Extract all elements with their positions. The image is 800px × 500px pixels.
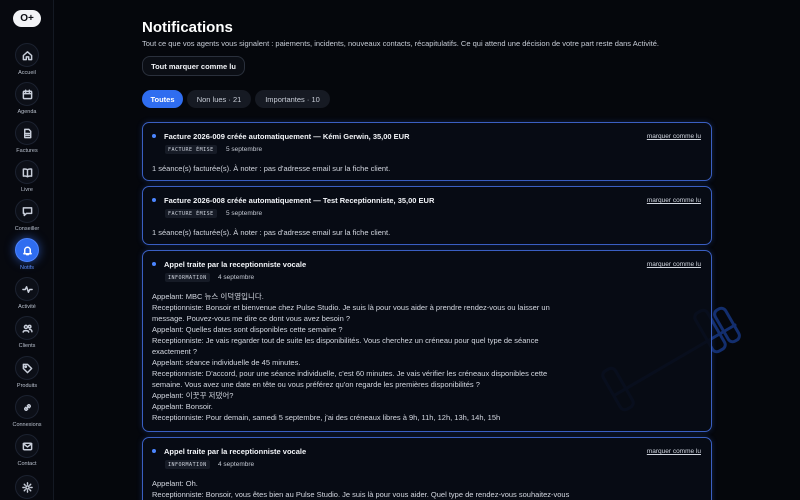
sidebar-item-label: Connexions [12,422,42,428]
mail-icon [15,434,39,458]
sidebar-item-activite[interactable]: Activité [0,277,54,317]
bell-icon [15,238,39,262]
sidebar-item-conseiller[interactable]: Conseiller [0,199,54,239]
sidebar-item-label: Produits [16,383,38,389]
users-icon [15,316,39,340]
notification-badge: FACTURE ÉMISE [165,209,217,218]
notification-body: Appelant: Oh. Receptionniste: Bonsoir, v… [152,478,572,500]
sidebar-item-connexions[interactable]: Connexions [0,395,54,435]
body-line: Appelant: séance individuelle de 45 minu… [152,358,301,367]
notification-badge: FACTURE ÉMISE [165,145,217,154]
notification-date: 5 septembre [226,146,263,153]
notification-date: 4 septembre [218,274,255,281]
sidebar-item-label: Clients [18,343,36,349]
mark-as-read-link[interactable]: marquer comme lu [647,261,701,268]
body-line: Appelant: Bonsoir. [152,402,213,411]
body-line: Receptionniste: Je vais regarder tout de… [152,336,539,345]
body-line: Appelant: MBC 뉴스 이덕영입니다. [152,292,264,301]
body-line: Receptionniste: D'accord, pour une séanc… [152,369,548,378]
filter-all[interactable]: Toutes [142,90,183,108]
link-icon [15,395,39,419]
unread-dot [152,134,156,138]
sidebar-item-agenda[interactable]: Agenda [0,82,54,122]
unread-dot [152,198,156,202]
sidebar-item-livre[interactable]: Livre [0,160,54,200]
pulse-icon [15,277,39,301]
chat-icon [15,199,39,223]
body-line: Appelant: Oh. [152,479,198,488]
sidebar-item-label: Contact [17,461,37,467]
sidebar-item-notifs[interactable]: Notifs [0,238,54,278]
mark-all-read-button[interactable]: Tout marquer comme lu [142,56,245,76]
sidebar-item-clients[interactable]: Clients [0,316,54,356]
sidebar: O+ Accueil Agenda Factures Livre Conseil… [0,0,54,500]
notification-card[interactable]: Facture 2026-008 créée automatiquement —… [142,186,712,245]
body-line: 1 séance(s) facturée(s). À noter : pas d… [152,228,391,237]
notification-card[interactable]: Appel traite par la receptionniste vocal… [142,250,712,432]
notification-body: Appelant: MBC 뉴스 이덕영입니다. Receptionniste:… [152,291,572,423]
app-logo[interactable]: O+ [13,10,41,27]
sidebar-item-contact[interactable]: Contact [0,434,54,474]
sidebar-item-label: Accueil [18,70,36,76]
sidebar-item-label: Livre [21,187,33,193]
unread-dot [152,449,156,453]
body-line: exactement ? [152,347,198,356]
page-title: Notifications [142,19,233,36]
notification-badge: INFORMATION [165,273,210,282]
sidebar-item-label: Agenda [17,109,37,115]
sidebar-item-label: Activité [18,304,36,310]
body-line: 1 séance(s) facturée(s). À noter : pas d… [152,164,391,173]
notification-body: 1 séance(s) facturée(s). À noter : pas d… [152,163,572,174]
notification-title: Appel traite par la receptionniste vocal… [164,260,307,269]
sidebar-item-accueil[interactable]: Accueil [0,43,54,83]
sidebar-item-settings[interactable] [0,475,54,500]
body-line: semaine. Vous avez une date en tête ou v… [152,380,480,389]
notification-title: Appel traite par la receptionniste vocal… [164,447,307,456]
sidebar-item-label: Conseiller [14,226,40,232]
notification-body: 1 séance(s) facturée(s). À noter : pas d… [152,227,572,238]
body-line: Appelant: Quelles dates sont disponibles… [152,325,343,334]
filter-important[interactable]: Importantes · 10 [255,90,330,108]
sidebar-item-factures[interactable]: Factures [0,121,54,161]
document-icon [15,121,39,145]
sidebar-item-produits[interactable]: Produits [0,356,54,396]
notification-card[interactable]: Facture 2026-009 créée automatiquement —… [142,122,712,181]
notification-title: Facture 2026-009 créée automatiquement —… [164,132,410,141]
notification-card[interactable]: Appel traite par la receptionniste vocal… [142,437,712,500]
book-icon [15,160,39,184]
body-line: Receptionniste: Pour demain, samedi 5 se… [152,413,501,422]
body-line: Receptionniste: Bonsoir, vous êtes bien … [152,490,570,499]
notification-date: 4 septembre [218,461,255,468]
body-line: Receptionniste: Bonsoir et bienvenue che… [152,303,550,312]
unread-dot [152,262,156,266]
mark-as-read-link[interactable]: marquer comme lu [647,197,701,204]
tag-icon [15,356,39,380]
filter-unread[interactable]: Non lues · 21 [187,90,251,108]
sidebar-item-label: Factures [16,148,38,154]
gear-icon [15,475,39,499]
page-subtitle: Tout ce que vos agents vous signalent : … [142,39,659,48]
body-line: message. Pouvez-vous me dire ce dont vou… [152,314,351,323]
home-icon [15,43,39,67]
notification-badge: INFORMATION [165,460,210,469]
mark-as-read-link[interactable]: marquer comme lu [647,133,701,140]
body-line: Appelant: 이꿋꾸 저댔어? [152,391,234,400]
calendar-icon [15,82,39,106]
sidebar-item-label: Notifs [19,265,35,271]
notification-date: 5 septembre [226,210,263,217]
mark-as-read-link[interactable]: marquer comme lu [647,448,701,455]
notification-title: Facture 2026-008 créée automatiquement —… [164,196,435,205]
